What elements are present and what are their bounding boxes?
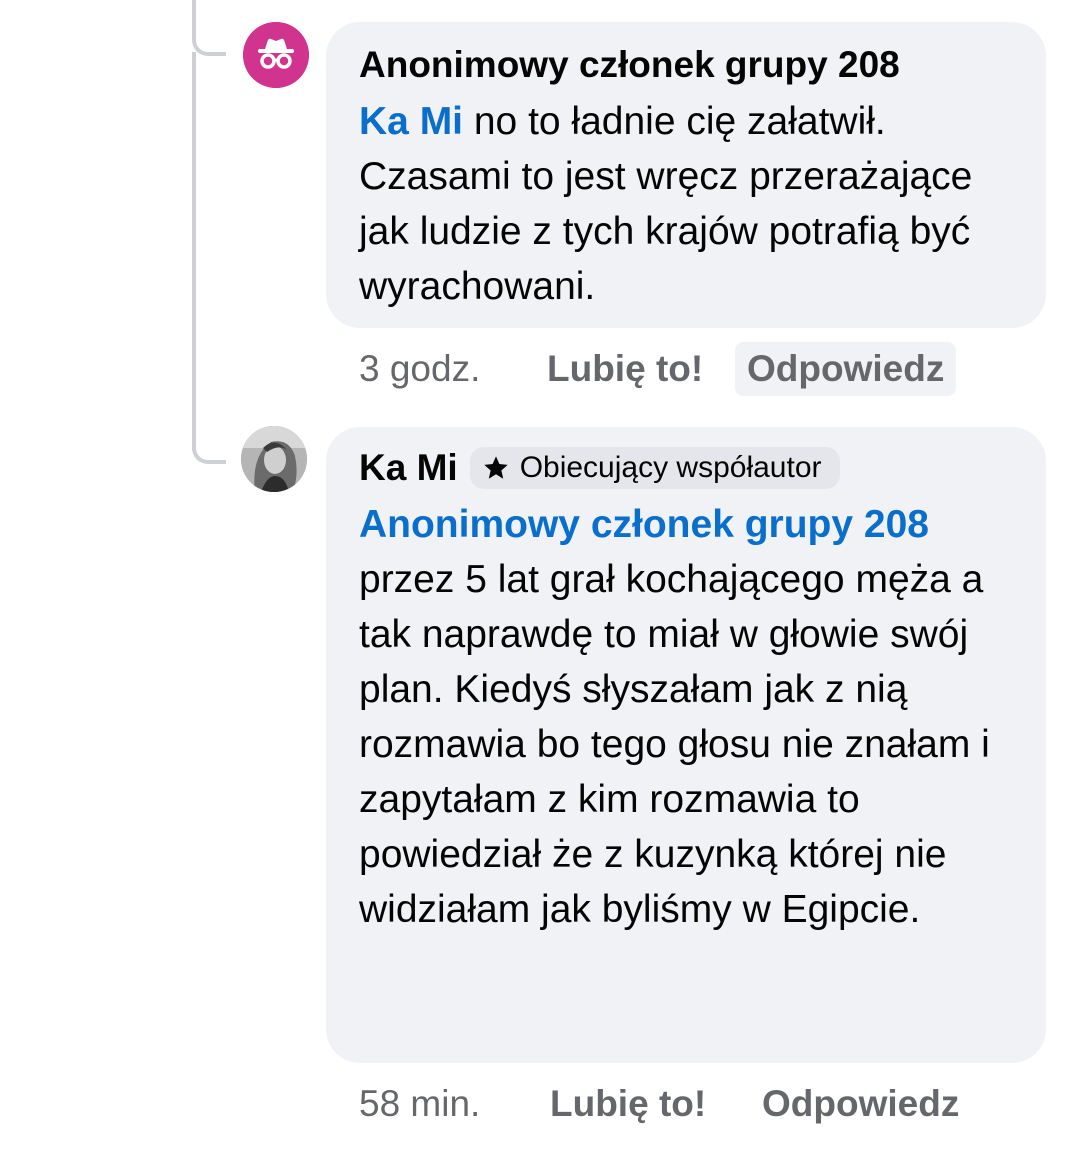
badge-label: Obiecujący współautor (519, 451, 822, 484)
comment-author[interactable]: Ka Mi (359, 445, 458, 491)
thread-connector-line (192, 52, 196, 450)
reply-button[interactable]: Odpowiedz (735, 342, 957, 396)
star-icon (484, 456, 508, 479)
reply-button[interactable]: Odpowiedz (762, 1083, 959, 1125)
comment-body: przez 5 lat grał kochającego męża a tak … (359, 558, 990, 931)
comment-bubble: Ka Mi Obiecujący współautor Anonimowy cz… (326, 427, 1046, 1063)
comment-author[interactable]: Anonimowy członek grupy 208 (359, 42, 1014, 88)
incognito-icon (243, 22, 309, 88)
mention-link[interactable]: Anonimowy członek grupy 208 (359, 497, 1014, 552)
comment-actions: 3 godz. Lubię to! Odpowiedz (359, 341, 957, 397)
comment-timestamp[interactable]: 3 godz. (359, 348, 547, 390)
mention-link[interactable]: Ka Mi (359, 100, 463, 143)
comment-text: Ka Mi no to ładnie cię załatwił. Czasami… (359, 94, 1014, 314)
comment-header: Ka Mi Obiecujący współautor (359, 445, 1014, 491)
thread-connector-line (192, 0, 226, 56)
comment-timestamp[interactable]: 58 min. (359, 1083, 550, 1125)
profile-photo (241, 426, 307, 492)
like-button[interactable]: Lubię to! (547, 348, 747, 390)
avatar-ka-mi[interactable] (241, 426, 307, 492)
comment-actions: 58 min. Lubię to! Odpowiedz (359, 1076, 959, 1132)
contributor-badge[interactable]: Obiecujący współautor (469, 447, 840, 489)
comment-bubble: Anonimowy członek grupy 208 Ka Mi no to … (326, 22, 1046, 328)
thread-connector-line (192, 420, 226, 464)
avatar-anonymous[interactable] (243, 22, 309, 88)
like-button[interactable]: Lubię to! (550, 1083, 762, 1125)
comment-text: Anonimowy członek grupy 208 przez 5 lat g… (359, 497, 1014, 937)
